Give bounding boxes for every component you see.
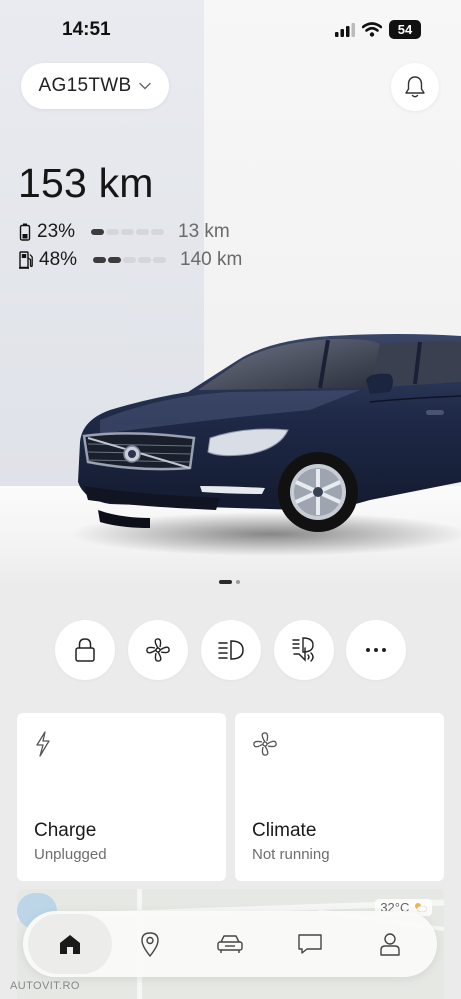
lock-icon [75, 638, 95, 662]
horn-lights-button[interactable] [274, 620, 334, 680]
lightning-icon [36, 731, 50, 757]
fuel-range: 140 km [180, 249, 243, 270]
battery-indicator: 54 [389, 20, 421, 39]
more-button[interactable] [346, 620, 406, 680]
lock-button[interactable] [55, 620, 115, 680]
car-icon [217, 935, 243, 953]
pager-dot-active[interactable] [219, 580, 232, 584]
pager-dot[interactable] [236, 580, 240, 584]
fuel-pump-icon [19, 251, 33, 269]
battery-level-bar [91, 229, 164, 235]
nav-car[interactable] [188, 914, 272, 974]
cellular-signal-icon [335, 22, 355, 37]
climate-fan-button[interactable] [128, 620, 188, 680]
fuel-percent: 48% [39, 249, 78, 270]
profile-icon [380, 933, 400, 956]
level-segment [121, 229, 134, 235]
bell-icon [405, 76, 425, 98]
climate-title: Climate [252, 820, 317, 841]
chat-icon [298, 934, 322, 954]
level-segment [138, 257, 151, 263]
location-pin-icon [141, 932, 159, 957]
vehicle-plate: AG15TWB [38, 75, 132, 96]
bottom-navigation [23, 911, 437, 977]
headlights-button[interactable] [201, 620, 261, 680]
charge-status: Unplugged [34, 846, 107, 863]
horn-lights-icon [292, 637, 314, 662]
charge-card[interactable]: Charge Unplugged [17, 713, 226, 881]
fan-icon [146, 638, 170, 662]
nav-profile[interactable] [348, 914, 432, 974]
battery-range-row: 23% 13 km [19, 221, 230, 243]
vehicle-selector[interactable]: AG15TWB [21, 63, 169, 109]
fan-icon [253, 732, 277, 756]
nav-messages[interactable] [268, 914, 352, 974]
nav-map[interactable] [108, 914, 192, 974]
home-icon [60, 935, 80, 954]
nav-home[interactable] [28, 914, 112, 974]
climate-card[interactable]: Climate Not running [235, 713, 444, 881]
level-segment [108, 257, 121, 263]
total-range: 153 km [18, 160, 154, 206]
watermark: AUTOVIT.RO [10, 980, 80, 992]
charge-title: Charge [34, 820, 97, 841]
level-segment [153, 257, 166, 263]
app-screen: 14:51 54 AG15TWB 153 km 23% 13 km 48% 14… [0, 0, 461, 999]
car-illustration [70, 334, 461, 556]
notifications-button[interactable] [391, 63, 439, 111]
battery-range: 13 km [178, 221, 230, 242]
level-segment [106, 229, 119, 235]
sun-cloud-icon [415, 903, 428, 913]
headlight-icon [218, 640, 244, 660]
car-image [70, 322, 461, 562]
fuel-level-bar [93, 257, 166, 263]
image-pager [219, 580, 240, 584]
level-segment [91, 229, 104, 235]
battery-icon [19, 223, 31, 241]
level-segment [123, 257, 136, 263]
level-segment [151, 229, 164, 235]
climate-status: Not running [252, 846, 330, 863]
chevron-down-icon [139, 82, 152, 90]
status-time: 14:51 [62, 19, 111, 40]
level-segment [136, 229, 149, 235]
fuel-range-row: 48% 140 km [19, 249, 242, 271]
status-icons: 54 [335, 20, 421, 39]
wifi-icon [362, 22, 382, 37]
level-segment [93, 257, 106, 263]
battery-percent: 23% [37, 221, 76, 242]
more-dots-icon [366, 648, 386, 652]
